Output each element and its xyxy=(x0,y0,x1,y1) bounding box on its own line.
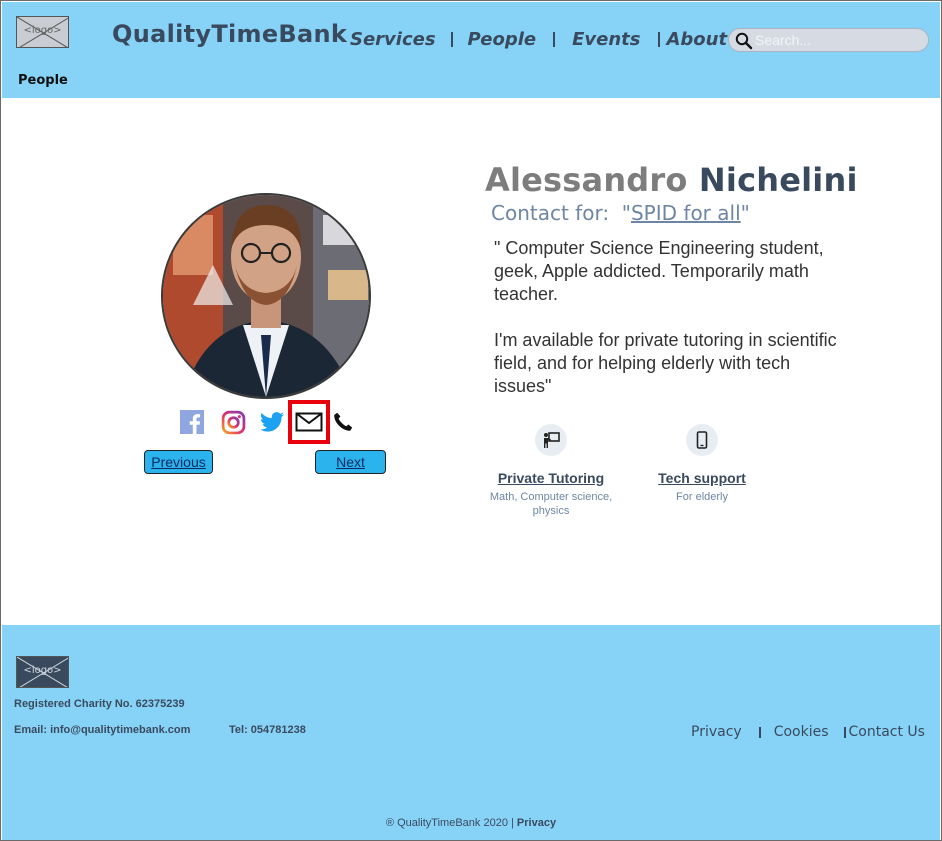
footer-link-cookies[interactable]: Cookies xyxy=(774,724,829,740)
nav-services[interactable]: Services xyxy=(350,29,436,50)
main-nav: Services People Events About Us xyxy=(350,29,759,50)
nav-separator xyxy=(658,32,661,47)
search-input[interactable] xyxy=(755,31,923,49)
charity-number: Registered Charity No. 62375239 xyxy=(14,698,185,710)
previous-button[interactable]: Previous xyxy=(144,450,213,474)
nav-separator xyxy=(450,32,453,47)
logo-alt-text: <logo> xyxy=(23,665,62,676)
next-button[interactable]: Next xyxy=(315,450,386,474)
contact-close-quote: " xyxy=(740,201,750,225)
footer-link-separator xyxy=(843,726,846,738)
teacher-board-icon xyxy=(535,424,567,456)
profile-photo xyxy=(163,195,369,397)
mail-icon[interactable] xyxy=(295,412,323,432)
footer-link-privacy[interactable]: Privacy xyxy=(691,724,742,740)
service-title[interactable]: Private Tutoring xyxy=(481,470,621,486)
contact-project-link[interactable]: SPID for all xyxy=(631,201,741,225)
facebook-icon[interactable] xyxy=(180,410,204,434)
footer-link-contact-us[interactable]: Contact Us xyxy=(849,724,925,740)
profile-bio: " Computer Science Engineering student, … xyxy=(494,238,837,396)
service-tech-support[interactable]: Tech support For elderly xyxy=(632,424,772,504)
service-subtitle: For elderly xyxy=(676,491,728,503)
phone-icon[interactable] xyxy=(333,412,353,432)
contact-for: Contact for: "SPID for all" xyxy=(491,201,750,225)
search-box xyxy=(728,28,929,52)
copyright-privacy-link[interactable]: Privacy xyxy=(517,817,556,829)
logo-alt-text: <logo> xyxy=(23,25,62,36)
service-subtitle: Math, Computer science, physics xyxy=(489,491,613,517)
search-icon[interactable] xyxy=(735,32,753,50)
site-logo[interactable]: <logo> xyxy=(16,16,69,48)
footer-email[interactable]: Email: info@qualitytimebank.com xyxy=(14,724,192,736)
contact-for-label: Contact for: xyxy=(491,201,610,225)
page-frame: <logo> QualityTimeBank Services People E… xyxy=(0,0,942,841)
smartphone-icon xyxy=(686,424,718,456)
social-links xyxy=(178,400,378,445)
service-private-tutoring[interactable]: Private Tutoring Math, Computer science,… xyxy=(481,424,621,518)
nav-separator xyxy=(553,32,556,47)
profile-name: Alessandro Nichelini xyxy=(485,161,858,199)
site-footer: <logo> Registered Charity No. 62375239 E… xyxy=(2,625,940,840)
profile-avatar xyxy=(161,193,371,399)
site-header: <logo> QualityTimeBank Services People E… xyxy=(2,2,940,98)
copyright: ® QualityTimeBank 2020 | Privacy xyxy=(2,817,940,829)
first-name: Alessandro xyxy=(485,161,688,199)
contact-open-quote: " xyxy=(621,201,631,225)
footer-logo[interactable]: <logo> xyxy=(16,656,69,688)
service-title[interactable]: Tech support xyxy=(632,470,772,486)
instagram-icon[interactable] xyxy=(221,410,246,435)
copyright-text: ® QualityTimeBank 2020 | xyxy=(385,817,517,829)
nav-events[interactable]: Events xyxy=(572,29,640,50)
twitter-icon[interactable] xyxy=(260,412,284,432)
email-link-highlight[interactable] xyxy=(288,400,330,444)
footer-phone[interactable]: Tel: 054781238 xyxy=(229,724,306,736)
nav-people[interactable]: People xyxy=(468,29,537,50)
footer-links: Privacy Cookies Contact Us xyxy=(691,724,925,740)
brand-name[interactable]: QualityTimeBank xyxy=(112,20,347,48)
last-name: Nichelini xyxy=(698,161,858,199)
footer-link-separator xyxy=(758,726,761,738)
breadcrumb: People xyxy=(18,73,68,88)
